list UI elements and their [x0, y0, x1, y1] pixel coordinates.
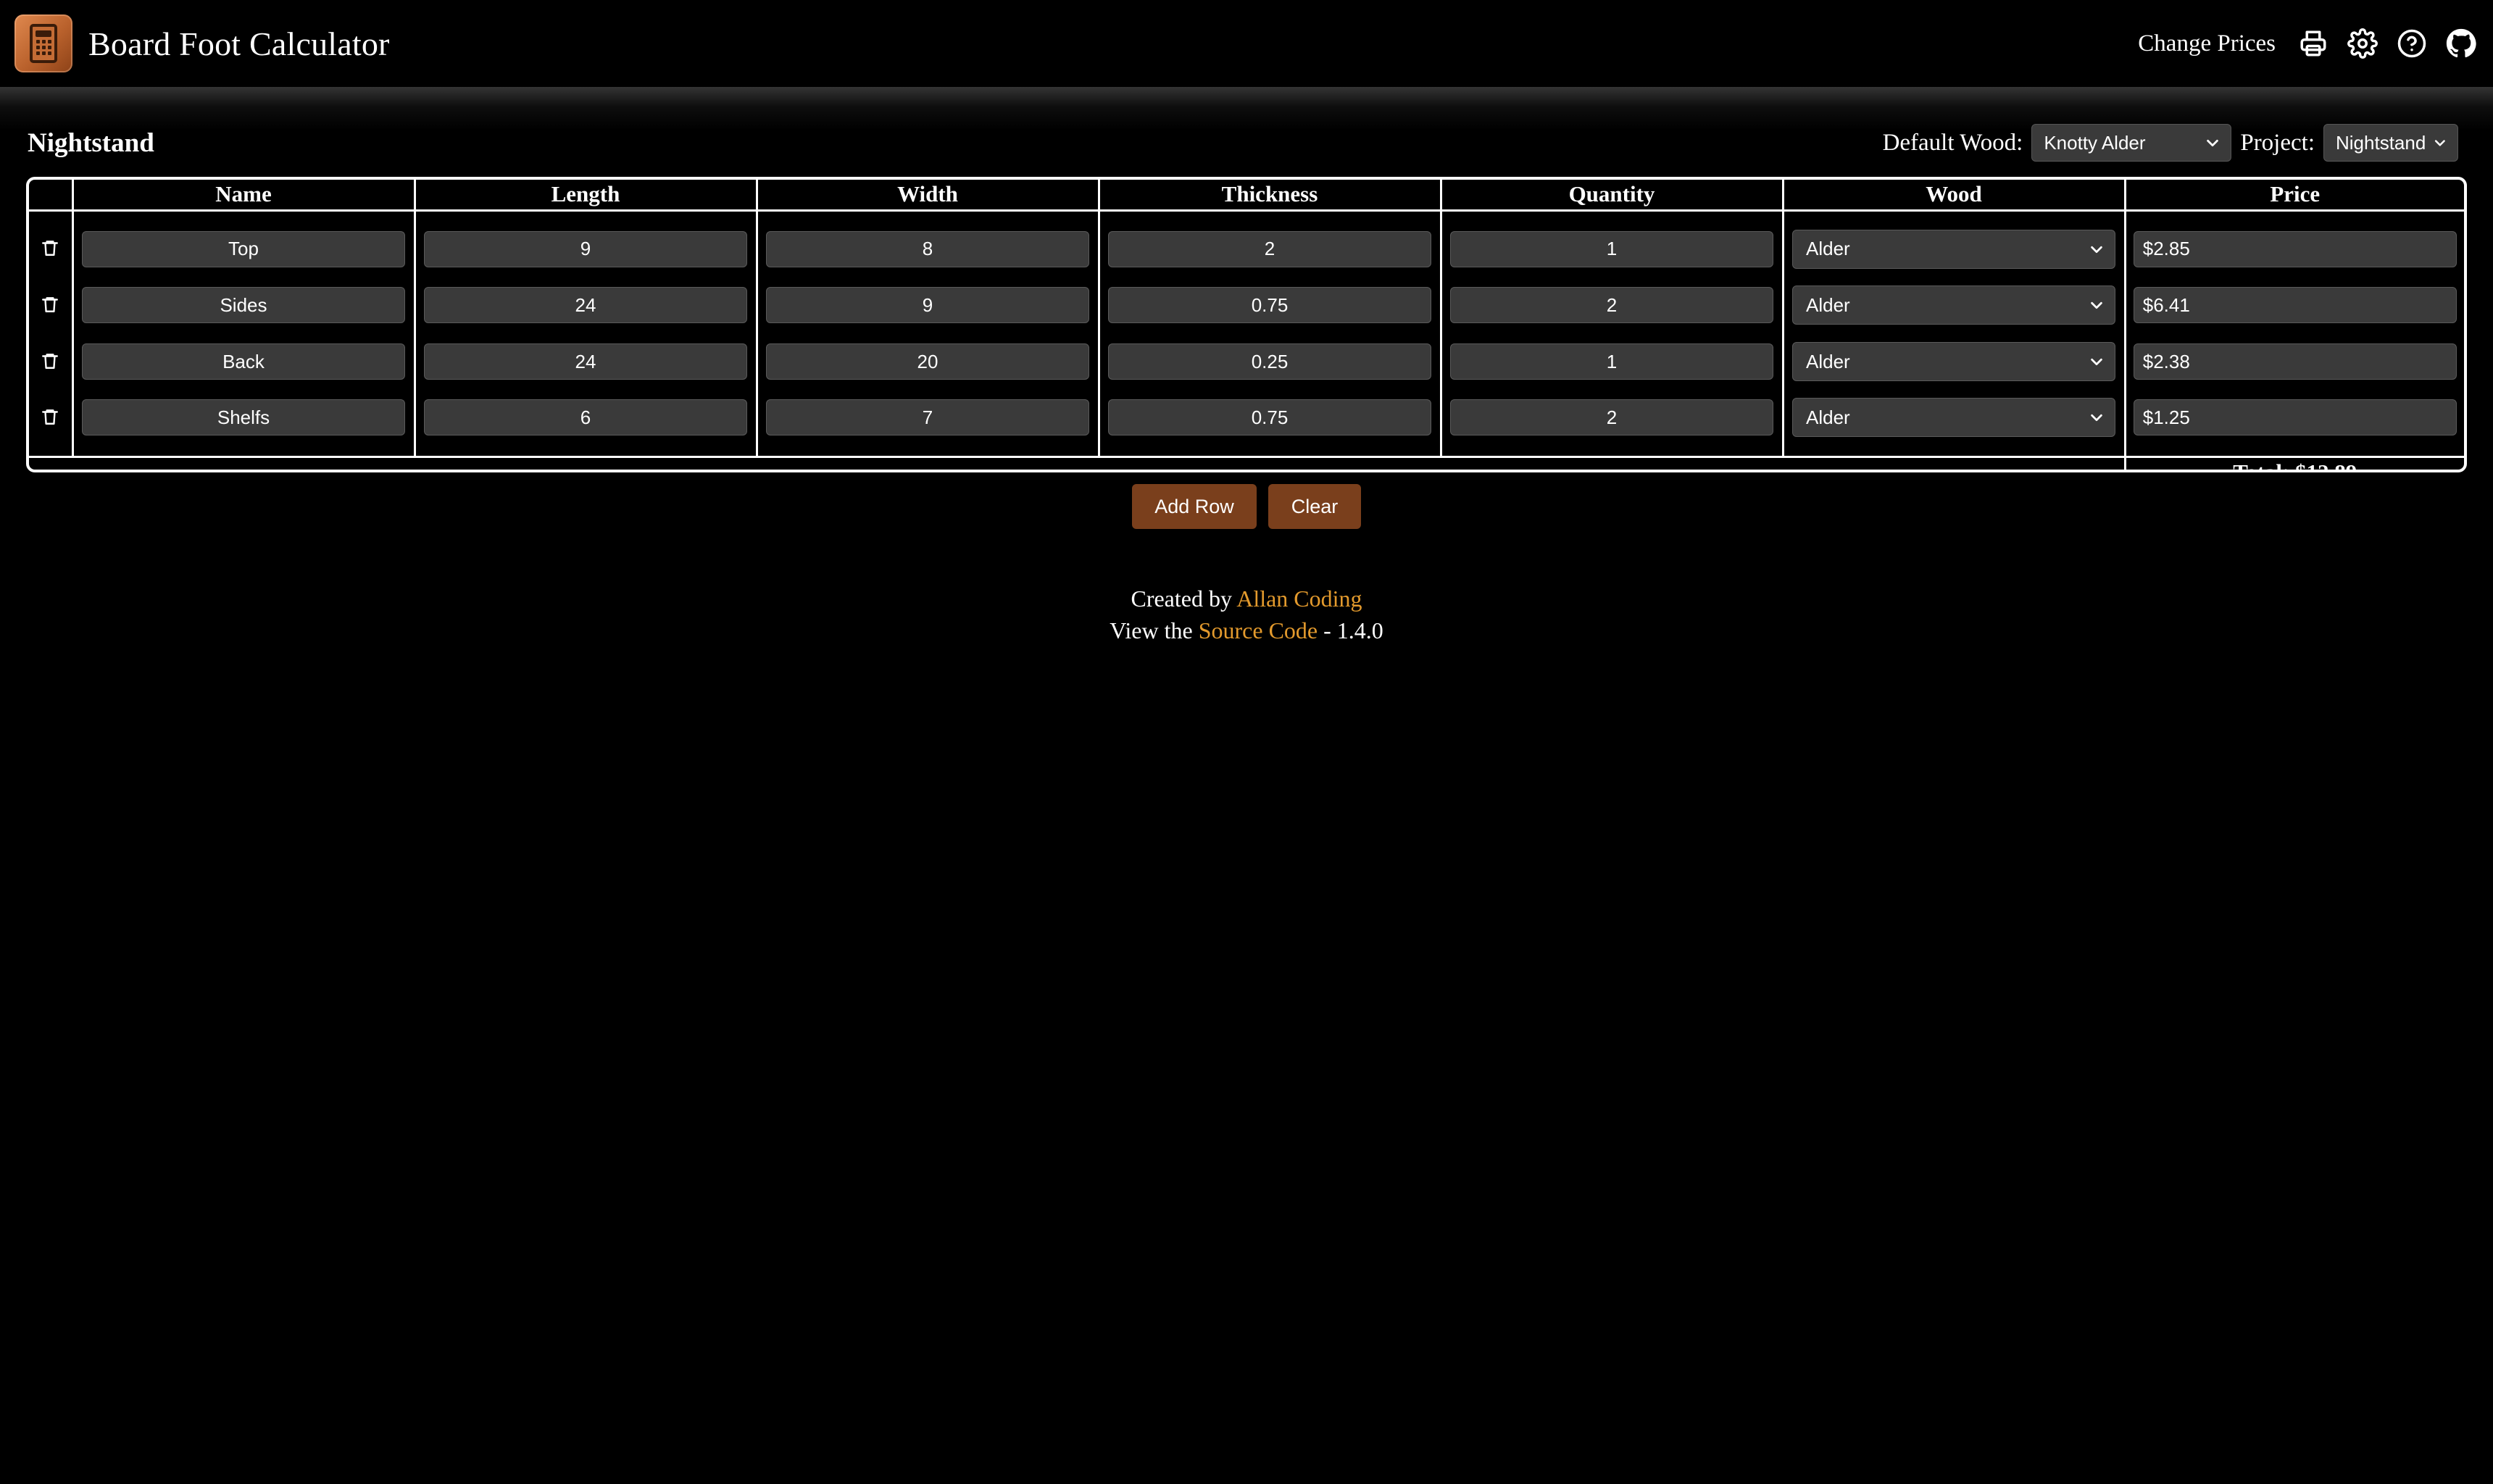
width-input[interactable]: 9: [766, 287, 1089, 323]
header-thickness: Thickness: [1097, 180, 1442, 212]
chevron-down-icon: [2091, 414, 2102, 422]
header-delete: [29, 180, 74, 212]
app-header: Board Foot Calculator Change Prices: [0, 0, 2493, 87]
default-wood-select[interactable]: Knotty Alder: [2031, 124, 2232, 162]
default-wood-value: Knotty Alder: [2044, 131, 2146, 154]
quantity-input[interactable]: 2: [1450, 287, 1773, 323]
project-label: Project:: [2240, 129, 2315, 156]
price-field[interactable]: $6.41: [2133, 287, 2457, 323]
header-name: Name: [71, 180, 416, 212]
price-field[interactable]: $1.25: [2133, 399, 2457, 436]
quantity-input[interactable]: 1: [1450, 343, 1773, 380]
project-controls: Default Wood: Knotty Alder Project: Nigh…: [1883, 124, 2458, 162]
table-row: Back 24 20 0.25 1 Alder $2.38: [29, 333, 2464, 390]
source-line: View the Source Code - 1.4.0: [0, 614, 2493, 646]
page-footer: Created by Allan Coding View the Source …: [0, 583, 2493, 646]
credits-line: Created by Allan Coding: [0, 583, 2493, 614]
wood-select[interactable]: Alder: [1792, 398, 2115, 438]
author-link[interactable]: Allan Coding: [1236, 585, 1362, 612]
chevron-down-icon: [2207, 139, 2219, 147]
github-icon[interactable]: [2445, 28, 2477, 59]
project-select-value: Nightstand: [2336, 131, 2426, 154]
wood-select-value: Alder: [1806, 350, 1850, 372]
wood-select[interactable]: Alder: [1792, 342, 2115, 381]
length-input[interactable]: 9: [424, 230, 747, 267]
quantity-input[interactable]: 1: [1450, 230, 1773, 267]
name-input[interactable]: Sides: [82, 287, 405, 323]
chevron-down-icon: [2091, 301, 2102, 309]
project-select[interactable]: Nightstand: [2323, 124, 2458, 162]
price-field[interactable]: $2.38: [2133, 343, 2457, 380]
wood-select-value: Alder: [1806, 406, 1850, 428]
chevron-down-icon: [2091, 246, 2102, 253]
table-row: Shelfs 6 7 0.75 2 Alder $1.25: [29, 390, 2464, 457]
name-input[interactable]: Top: [82, 230, 405, 267]
clear-button[interactable]: Clear: [1268, 484, 1361, 529]
price-field[interactable]: $2.85: [2133, 230, 2457, 267]
add-row-button[interactable]: Add Row: [1132, 484, 1257, 529]
project-bar: Nightstand Default Wood: Knotty Alder Pr…: [28, 122, 2458, 164]
help-icon[interactable]: [2396, 28, 2428, 59]
action-buttons: Add Row Clear: [0, 484, 2493, 529]
project-title: Nightstand: [28, 128, 154, 158]
header-price: Price: [2123, 180, 2464, 212]
table-footer-row: Total: $12.89: [29, 455, 2464, 470]
thickness-input[interactable]: 0.75: [1108, 399, 1431, 436]
wood-select[interactable]: Alder: [1792, 285, 2115, 325]
wood-select-value: Alder: [1806, 238, 1850, 260]
app-title: Board Foot Calculator: [88, 25, 390, 62]
default-wood-label: Default Wood:: [1882, 129, 2023, 156]
width-input[interactable]: 8: [766, 230, 1089, 267]
view-source-text: View the: [1110, 617, 1199, 643]
length-input[interactable]: 6: [424, 399, 747, 436]
brand: Board Foot Calculator: [14, 14, 390, 72]
printer-icon[interactable]: [2297, 28, 2329, 59]
total-price: Total: $12.89: [2123, 455, 2464, 470]
chevron-down-icon: [2091, 358, 2102, 366]
thickness-input[interactable]: 0.75: [1108, 287, 1431, 323]
version-text: - 1.4.0: [1318, 617, 1383, 643]
header-wood: Wood: [1781, 180, 2126, 212]
source-code-link[interactable]: Source Code: [1199, 617, 1318, 643]
change-prices-link[interactable]: Change Prices: [2138, 30, 2276, 57]
thickness-input[interactable]: 2: [1108, 230, 1431, 267]
header-width: Width: [755, 180, 1100, 212]
trash-icon[interactable]: [39, 349, 61, 373]
gear-icon[interactable]: [2347, 28, 2378, 59]
footer-spacer: [29, 455, 2126, 470]
table-row: Top 9 8 2 1 Alder $2.85: [29, 210, 2464, 277]
quantity-input[interactable]: 2: [1450, 399, 1773, 436]
name-input[interactable]: Back: [82, 343, 405, 380]
wood-select[interactable]: Alder: [1792, 229, 2115, 269]
calculator-icon: [14, 14, 72, 72]
width-input[interactable]: 7: [766, 399, 1089, 436]
header-length: Length: [413, 180, 758, 212]
length-input[interactable]: 24: [424, 343, 747, 380]
thickness-input[interactable]: 0.25: [1108, 343, 1431, 380]
header-quantity: Quantity: [1439, 180, 1784, 212]
chevron-down-icon: [2435, 140, 2446, 146]
trash-icon[interactable]: [39, 235, 61, 260]
table-header-row: Name Length Width Thickness Quantity Woo…: [29, 180, 2464, 212]
name-input[interactable]: Shelfs: [82, 399, 405, 436]
created-by-text: Created by: [1131, 585, 1237, 612]
width-input[interactable]: 20: [766, 343, 1089, 380]
board-table: Name Length Width Thickness Quantity Woo…: [26, 177, 2467, 472]
table-row: Sides 24 9 0.75 2 Alder $6.41: [29, 277, 2464, 333]
trash-icon[interactable]: [39, 292, 61, 317]
trash-icon[interactable]: [39, 404, 61, 429]
header-nav: Change Prices: [2138, 28, 2477, 59]
length-input[interactable]: 24: [424, 287, 747, 323]
wood-select-value: Alder: [1806, 293, 1850, 316]
